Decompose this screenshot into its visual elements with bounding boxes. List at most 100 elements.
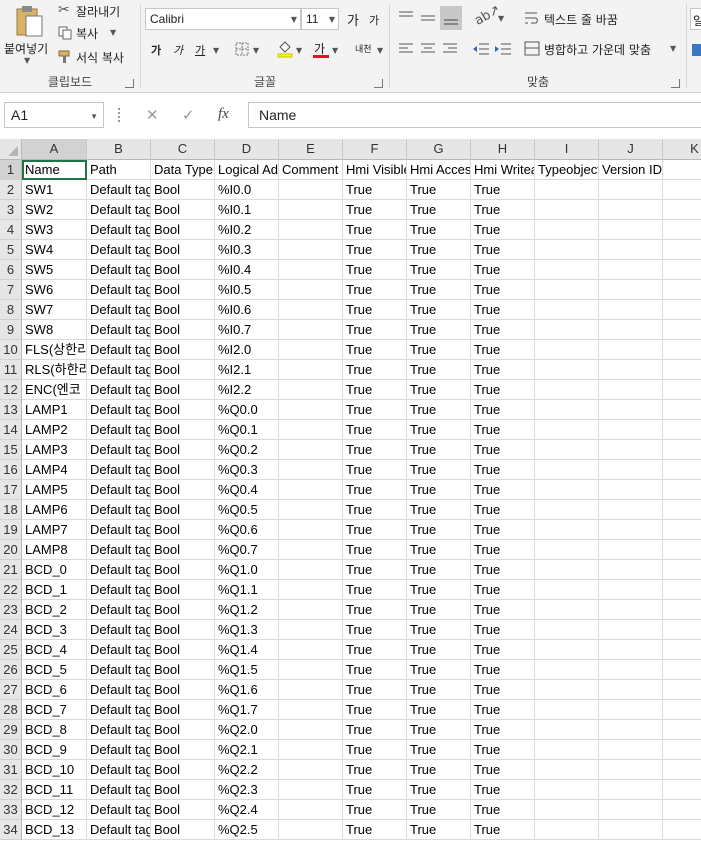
cell-a7[interactable]: SW6 [22, 280, 87, 300]
cell-i12[interactable] [535, 380, 599, 400]
cell-g3[interactable]: True [407, 200, 471, 220]
cell-i25[interactable] [535, 640, 599, 660]
cell-j19[interactable] [599, 520, 663, 540]
cell-b5[interactable]: Default tag table [87, 240, 151, 260]
shrink-font-button[interactable]: 가 [369, 12, 379, 28]
cell-g21[interactable]: True [407, 560, 471, 580]
cell-j6[interactable] [599, 260, 663, 280]
cell-b18[interactable]: Default tag table [87, 500, 151, 520]
cell-c30[interactable]: Bool [151, 740, 215, 760]
cell-d1[interactable]: Logical Address [215, 160, 279, 180]
cell-h6[interactable]: True [471, 260, 535, 280]
number-format-select[interactable]: 일 [690, 8, 701, 30]
cell-f33[interactable]: True [343, 800, 407, 820]
paste-button[interactable]: 붙여넣기 ▼ [2, 2, 54, 66]
row-header[interactable]: 20 [0, 540, 22, 560]
cell-k10[interactable] [663, 340, 701, 360]
cell-a28[interactable]: BCD_7 [22, 700, 87, 720]
cell-f27[interactable]: True [343, 680, 407, 700]
cell-c17[interactable]: Bool [151, 480, 215, 500]
cell-d15[interactable]: %Q0.2 [215, 440, 279, 460]
cell-e22[interactable] [279, 580, 343, 600]
cell-f4[interactable]: True [343, 220, 407, 240]
cell-h10[interactable]: True [471, 340, 535, 360]
cell-d4[interactable]: %I0.2 [215, 220, 279, 240]
cell-d11[interactable]: %I2.1 [215, 360, 279, 380]
cell-h21[interactable]: True [471, 560, 535, 580]
cell-j4[interactable] [599, 220, 663, 240]
cell-i6[interactable] [535, 260, 599, 280]
cell-b4[interactable]: Default tag table [87, 220, 151, 240]
font-color-button[interactable]: 가 ▼ [313, 40, 343, 60]
cell-d16[interactable]: %Q0.3 [215, 460, 279, 480]
cell-e8[interactable] [279, 300, 343, 320]
row-header[interactable]: 28 [0, 700, 22, 720]
cell-h7[interactable]: True [471, 280, 535, 300]
cell-f9[interactable]: True [343, 320, 407, 340]
cell-c14[interactable]: Bool [151, 420, 215, 440]
cell-j10[interactable] [599, 340, 663, 360]
cell-e27[interactable] [279, 680, 343, 700]
worksheet-grid[interactable]: ABCDEFGHIJK1NamePathData TypeLogical Add… [0, 139, 701, 844]
merge-center-dropdown-icon[interactable]: ▼ [670, 44, 676, 53]
cell-c18[interactable]: Bool [151, 500, 215, 520]
cell-i3[interactable] [535, 200, 599, 220]
cell-c23[interactable]: Bool [151, 600, 215, 620]
row-header[interactable]: 12 [0, 380, 22, 400]
cell-j30[interactable] [599, 740, 663, 760]
orientation-button[interactable]: ab↗ ▼ [472, 2, 506, 29]
cell-j15[interactable] [599, 440, 663, 460]
cell-b16[interactable]: Default tag table [87, 460, 151, 480]
cell-c7[interactable]: Bool [151, 280, 215, 300]
cell-h30[interactable]: True [471, 740, 535, 760]
cell-h31[interactable]: True [471, 760, 535, 780]
cell-k27[interactable] [663, 680, 701, 700]
cell-i34[interactable] [535, 820, 599, 840]
cell-h28[interactable]: True [471, 700, 535, 720]
cell-k31[interactable] [663, 760, 701, 780]
cell-d19[interactable]: %Q0.6 [215, 520, 279, 540]
cell-j7[interactable] [599, 280, 663, 300]
cell-c20[interactable]: Bool [151, 540, 215, 560]
align-center-icon[interactable] [420, 42, 436, 56]
cell-k2[interactable] [663, 180, 701, 200]
cell-i20[interactable] [535, 540, 599, 560]
cell-b12[interactable]: Default tag table [87, 380, 151, 400]
cell-i22[interactable] [535, 580, 599, 600]
italic-button[interactable]: 가 [173, 42, 183, 58]
cell-h15[interactable]: True [471, 440, 535, 460]
cell-e6[interactable] [279, 260, 343, 280]
cell-k22[interactable] [663, 580, 701, 600]
cell-e31[interactable] [279, 760, 343, 780]
cell-g24[interactable]: True [407, 620, 471, 640]
name-box[interactable]: A1 ▼ [4, 102, 104, 128]
cell-d32[interactable]: %Q2.3 [215, 780, 279, 800]
cell-b10[interactable]: Default tag table [87, 340, 151, 360]
select-all-button[interactable] [0, 139, 22, 160]
cell-f1[interactable]: Hmi Visible [343, 160, 407, 180]
cell-b32[interactable]: Default tag table [87, 780, 151, 800]
cell-h5[interactable]: True [471, 240, 535, 260]
cell-e25[interactable] [279, 640, 343, 660]
cell-e29[interactable] [279, 720, 343, 740]
cell-j3[interactable] [599, 200, 663, 220]
column-header-j[interactable]: J [599, 139, 663, 160]
cell-a8[interactable]: SW7 [22, 300, 87, 320]
row-header[interactable]: 13 [0, 400, 22, 420]
cell-k7[interactable] [663, 280, 701, 300]
cell-b30[interactable]: Default tag table [87, 740, 151, 760]
cell-d2[interactable]: %I0.0 [215, 180, 279, 200]
cell-k13[interactable] [663, 400, 701, 420]
cell-a14[interactable]: LAMP2 [22, 420, 87, 440]
cell-k32[interactable] [663, 780, 701, 800]
cell-e9[interactable] [279, 320, 343, 340]
row-header[interactable]: 19 [0, 520, 22, 540]
cell-h1[interactable]: Hmi Writeable [471, 160, 535, 180]
cell-k8[interactable] [663, 300, 701, 320]
cell-g29[interactable]: True [407, 720, 471, 740]
cell-j31[interactable] [599, 760, 663, 780]
cell-k26[interactable] [663, 660, 701, 680]
cell-c28[interactable]: Bool [151, 700, 215, 720]
cell-c34[interactable]: Bool [151, 820, 215, 840]
cell-g7[interactable]: True [407, 280, 471, 300]
